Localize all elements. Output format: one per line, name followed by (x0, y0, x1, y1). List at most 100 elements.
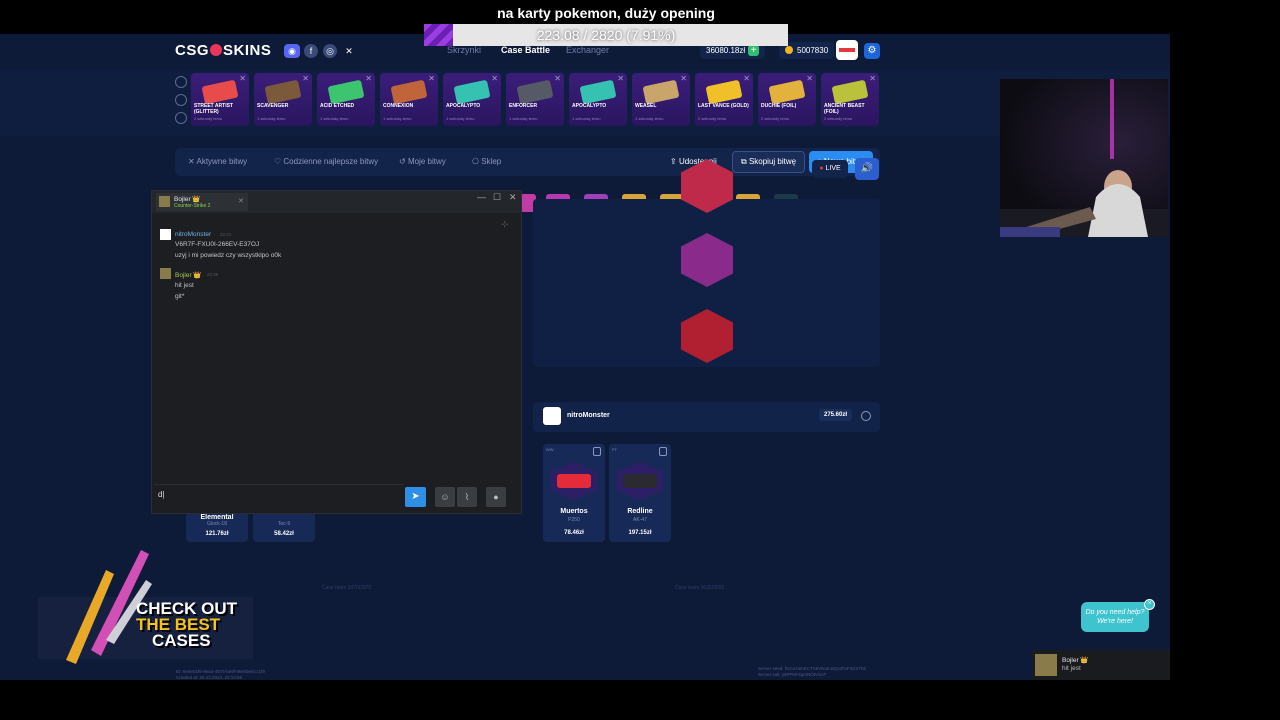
minimize-icon[interactable]: — (477, 192, 486, 202)
won-item[interactable]: FT Redline AK-47 197.15zł (609, 444, 671, 542)
battle-created: Created at: 26.12.2024, 22:13:59 (176, 675, 243, 680)
dismiss-icon[interactable]: ✕ (428, 74, 435, 83)
drop-item-name: LAST VANCE (GOLD) (698, 103, 749, 109)
copy-battle-button[interactable]: ⧉ Skopiuj bitwę (732, 151, 806, 173)
live-drop-card[interactable]: ✕ DUCHIE (FOIL) 2 sekundy temu (758, 73, 816, 126)
drop-item-image (327, 79, 365, 105)
tab-label: Moje bitwy (407, 157, 446, 166)
dismiss-icon[interactable]: ✕ (239, 74, 246, 83)
won-item[interactable]: Tec-9 58.42zł (253, 512, 315, 542)
dismiss-icon[interactable]: ✕ (491, 74, 498, 83)
drop-item-image (831, 79, 869, 105)
thumb-icon[interactable] (175, 94, 187, 106)
live-drop-card[interactable]: ✕ SCAVENGER 1 sekundę temu (254, 73, 312, 126)
settings-icon[interactable]: ⚙ (864, 43, 880, 59)
tab-my-battles[interactable]: ↺ Moje bitwy (399, 157, 446, 166)
won-item[interactable]: Elemental Glock-18 121.76zł (186, 512, 248, 542)
dismiss-icon[interactable]: ✕ (806, 74, 813, 83)
user-avatar[interactable] (836, 40, 858, 60)
close-window-icon[interactable]: ✕ (509, 192, 517, 203)
message-avatar[interactable] (160, 268, 171, 279)
live-drops-bar: ✕ STREET ARTIST (GLITTER) 2 sekundy temu ✕ S… (0, 70, 1170, 136)
dismiss-icon[interactable]: ✕ (869, 74, 876, 83)
drop-item-name: ANCIENT BEAST (FOIL) (824, 103, 865, 115)
emoji-icon[interactable]: ☺ (435, 487, 455, 507)
live-drop-card[interactable]: ✕ ACID ETCHED 1 sekundę temu (317, 73, 375, 126)
reel-item (681, 233, 733, 287)
facebook-icon[interactable]: f (304, 44, 318, 58)
item-weapon: Glock-18 (206, 521, 227, 527)
drop-item-image (579, 79, 617, 105)
drop-item-name: CONNEXION (383, 103, 414, 109)
live-drop-card[interactable]: ✕ STREET ARTIST (GLITTER) 2 sekundy temu (191, 73, 249, 126)
maximize-icon[interactable]: ☐ (493, 192, 501, 203)
coins-value: 5007830 (797, 46, 829, 55)
chat-message-input[interactable]: d| (154, 484, 404, 510)
drop-item-name: DUCHIE (FOIL) (761, 103, 797, 109)
clock-icon[interactable] (175, 76, 187, 88)
message-author[interactable]: nitroMonster (175, 231, 211, 238)
drop-item-image (453, 79, 491, 105)
notification-message: hit jest (1062, 665, 1081, 672)
battle-id: ID: 6e6e01f6-9ea3-4974-be9f-86e5be0cc1f9 (176, 669, 265, 674)
close-tab-icon[interactable]: ✕ (238, 197, 244, 205)
discord-icon[interactable]: ◉ (284, 44, 300, 58)
sound-toggle-icon[interactable]: 🔊 (855, 158, 879, 180)
live-drop-card[interactable]: ✕ APOCALYPTO 1 sekundę temu (443, 73, 501, 126)
battle-reel (533, 159, 880, 367)
message-text: V6R7F-FXU0I-266EV-E37OJ (175, 241, 260, 248)
add-friend-icon[interactable]: ⊹ (501, 219, 509, 230)
item-wear: WW (546, 447, 554, 452)
message-author[interactable]: Bojler 👑 (175, 271, 202, 279)
tab-daily-best[interactable]: ♡ Codzienne najlepsze bitwy (274, 157, 378, 166)
promo-line: CASES (152, 631, 211, 650)
chat-tab[interactable]: Bojler 👑 Counter-Strike 2 ✕ (156, 193, 248, 211)
live-drop-card[interactable]: ✕ APOCALYPTO 1 sekundę temu (569, 73, 627, 126)
item-image (551, 462, 597, 500)
dismiss-icon[interactable]: ✕ (617, 74, 624, 83)
case-team-left: Case team 2970/2970 (322, 585, 372, 591)
live-drop-card[interactable]: ✕ ENFORCER 1 sekundę temu (506, 73, 564, 126)
dismiss-icon[interactable]: ✕ (743, 74, 750, 83)
drop-item-name: SCAVENGER (257, 103, 289, 109)
live-drop-card[interactable]: ✕ ANCIENT BEAST (FOIL) 2 sekundy temu (821, 73, 879, 126)
tab-active-battles[interactable]: ✕ Aktywne bitwy (188, 157, 247, 166)
help-chat-bubble[interactable]: Do you need help? We're here! (1081, 602, 1149, 632)
live-indicator: ● LIVE (812, 160, 848, 178)
dismiss-icon[interactable]: ✕ (680, 74, 687, 83)
item-weapon: AK-47 (633, 517, 647, 523)
message-time: 22:36 (207, 272, 219, 277)
live-drop-card[interactable]: ✕ CONNEXION 1 sekundę temu (380, 73, 438, 126)
drop-item-image (201, 79, 239, 105)
drop-time: 1 sekundę temu (572, 116, 601, 121)
dismiss-icon[interactable]: ✕ (365, 74, 372, 83)
live-drop-card[interactable]: ✕ WEASEL 1 sekundę temu (632, 73, 690, 126)
x-icon[interactable]: ✕ (342, 44, 356, 58)
won-item[interactable]: WW Muertos P250 78.46zł (543, 444, 605, 542)
info-icon[interactable] (861, 411, 871, 421)
player-name[interactable]: nitroMonster (567, 412, 610, 419)
star-icon[interactable] (175, 112, 187, 124)
item-name: Elemental (200, 514, 234, 521)
item-price: 78.46zł (564, 530, 584, 536)
live-drop-card[interactable]: ✕ LAST VANCE (GOLD) 2 sekundy temu (695, 73, 753, 126)
dismiss-icon[interactable]: ✕ (302, 74, 309, 83)
tab-shop[interactable]: ⎔ Sklep (472, 157, 501, 166)
voice-icon[interactable]: ● (486, 487, 506, 507)
drop-time: 1 sekundę temu (383, 116, 412, 121)
item-wear: FT (612, 447, 617, 452)
player-avatar[interactable] (543, 407, 561, 425)
dismiss-icon[interactable]: ✕ (554, 74, 561, 83)
site-logo[interactable]: CSG SKINS (175, 42, 271, 59)
goal-progress-bar: 223.08 / 2820 (7.91%) (424, 24, 788, 46)
send-icon[interactable]: ➤ (405, 487, 426, 507)
item-price: 58.42zł (274, 531, 294, 537)
promo-text[interactable]: CHECK OUT THE BEST CASES (136, 600, 237, 650)
chat-notification[interactable]: Bojler 👑 hit jest (1032, 650, 1170, 680)
close-help-icon[interactable]: × (1144, 599, 1155, 610)
attach-icon[interactable]: ⌇ (457, 487, 477, 507)
instagram-icon[interactable]: ◎ (323, 44, 337, 58)
drop-time: 2 sekundy temu (824, 116, 853, 121)
item-price: 121.76zł (205, 531, 229, 537)
message-avatar[interactable] (160, 229, 171, 240)
